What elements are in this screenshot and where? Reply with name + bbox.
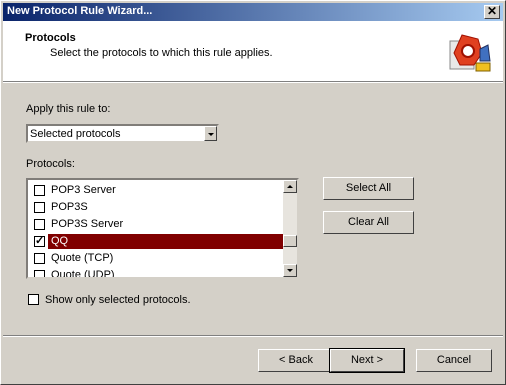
select-all-label: Select All	[345, 182, 392, 194]
next-button[interactable]: Next >	[329, 348, 405, 373]
apply-label: Apply this rule to:	[26, 103, 110, 115]
protocol-label: POP3 Server	[51, 184, 116, 196]
header-divider	[3, 81, 503, 83]
scroll-up-button[interactable]	[283, 180, 297, 193]
apply-rule-value: Selected protocols	[30, 128, 121, 140]
protocol-checkbox[interactable]	[34, 185, 45, 196]
back-label: < Back	[279, 354, 313, 366]
list-item[interactable]: POP3 Server	[30, 182, 283, 199]
list-item[interactable]: POP3S	[30, 199, 283, 216]
close-button[interactable]: ✕	[484, 5, 500, 19]
window-title: New Protocol Rule Wizard...	[7, 5, 153, 17]
apply-rule-select[interactable]: Selected protocols	[26, 124, 219, 143]
clear-all-label: Clear All	[348, 216, 389, 228]
footer-divider	[3, 335, 503, 337]
protocol-checkbox[interactable]	[34, 202, 45, 213]
selection-highlight	[48, 234, 283, 249]
wizard-logo-icon	[449, 34, 491, 72]
list-item[interactable]: POP3S Server	[30, 216, 283, 233]
list-item-selected[interactable]: QQ	[30, 233, 283, 250]
list-item[interactable]: Quote (TCP)	[30, 250, 283, 267]
protocol-label: Quote (UDP)	[51, 269, 115, 279]
list-item[interactable]: Quote (UDP)	[30, 267, 283, 279]
scroll-down-button[interactable]	[283, 264, 297, 277]
protocol-checkbox[interactable]	[34, 234, 45, 247]
next-label: Next >	[350, 354, 384, 366]
show-only-label-text: Show only selected protocols.	[45, 294, 191, 306]
header-subtitle: Select the protocols to which this rule …	[50, 47, 273, 59]
show-only-label[interactable]: Show only selected protocols.	[45, 294, 191, 306]
apply-label-text: Apply this rule to:	[26, 103, 111, 115]
back-button[interactable]: < Back	[258, 349, 334, 372]
protocol-label: POP3S Server	[51, 218, 124, 230]
wizard-header: Protocols Select the protocols to which …	[3, 21, 503, 81]
wizard-window: New Protocol Rule Wizard... ✕ Protocols …	[0, 0, 506, 385]
clear-all-button[interactable]: Clear All	[323, 211, 414, 234]
scroll-thumb[interactable]	[283, 235, 297, 247]
protocol-label: Quote (TCP)	[51, 252, 114, 264]
list-scrollbar[interactable]	[283, 180, 297, 277]
protocol-label: QQ	[51, 235, 69, 247]
protocol-checkbox[interactable]	[34, 253, 45, 264]
dropdown-arrow-icon[interactable]	[204, 126, 217, 141]
protocol-checkbox[interactable]	[34, 219, 45, 230]
select-all-button[interactable]: Select All	[323, 177, 414, 200]
protocol-checkbox[interactable]	[34, 270, 45, 277]
protocols-list[interactable]: POP3 Server POP3S POP3S Server QQ Quote …	[26, 178, 299, 279]
protocols-label: Protocols:	[26, 158, 75, 170]
protocols-label-text: Protocols:	[26, 158, 75, 170]
cancel-label: Cancel	[436, 354, 472, 366]
show-only-checkbox[interactable]	[28, 294, 39, 305]
header-title: Protocols	[25, 32, 76, 44]
title-bar[interactable]: New Protocol Rule Wizard... ✕	[3, 3, 503, 21]
protocol-label: POP3S	[51, 201, 88, 213]
cancel-button[interactable]: Cancel	[416, 349, 492, 372]
